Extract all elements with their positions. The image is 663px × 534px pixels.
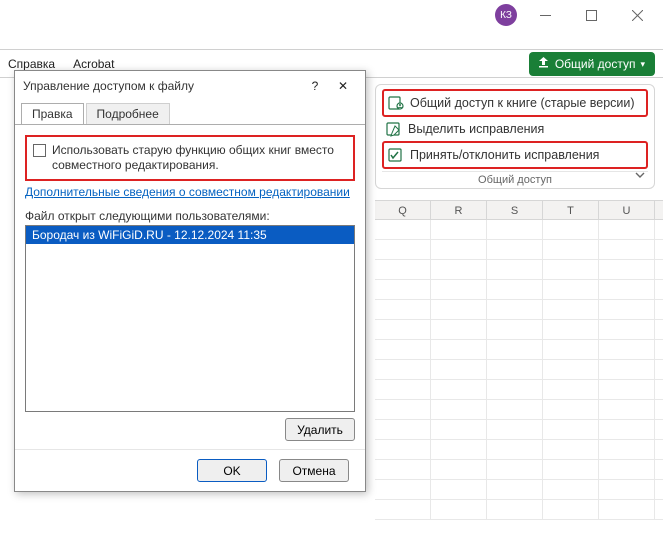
tab-help[interactable]: Справка — [8, 57, 55, 71]
col-header[interactable]: Q — [375, 201, 431, 219]
close-button[interactable] — [615, 1, 659, 29]
chevron-down-icon[interactable] — [634, 169, 646, 184]
maximize-button[interactable] — [569, 1, 613, 29]
window-titlebar: КЗ — [0, 0, 663, 30]
users-listbox[interactable]: Бородач из WiFiGiD.RU - 12.12.2024 11:35 — [25, 225, 355, 412]
cmd-share-workbook-label: Общий доступ к книге (старые версии) — [410, 96, 635, 110]
column-headers: Q R S T U — [375, 200, 663, 220]
highlight-changes-icon — [386, 121, 402, 137]
ribbon-group-label: Общий доступ — [382, 171, 648, 186]
share-button[interactable]: Общий доступ ▾ — [529, 52, 655, 76]
legacy-sharing-checkbox[interactable] — [33, 144, 46, 157]
share-icon — [537, 56, 550, 72]
close-icon[interactable]: ✕ — [329, 72, 357, 100]
dialog-titlebar: Управление доступом к файлу ? ✕ — [15, 71, 365, 101]
list-item[interactable]: Бородач из WiFiGiD.RU - 12.12.2024 11:35 — [26, 226, 354, 244]
cmd-accept-reject[interactable]: Принять/отклонить исправления — [382, 141, 648, 169]
col-header[interactable]: T — [543, 201, 599, 219]
grid-body[interactable] — [375, 220, 663, 534]
cmd-highlight-changes-label: Выделить исправления — [408, 122, 544, 136]
cmd-accept-reject-label: Принять/отклонить исправления — [410, 148, 599, 162]
tab-more[interactable]: Подробнее — [86, 103, 170, 124]
tabstrip-spacer — [0, 30, 663, 50]
ribbon-group-share: Общий доступ к книге (старые версии) Выд… — [375, 84, 655, 189]
cmd-share-workbook[interactable]: Общий доступ к книге (старые версии) — [382, 89, 648, 117]
ok-button[interactable]: OK — [197, 459, 267, 482]
coauthoring-info-link[interactable]: Дополнительные сведения о совместном ред… — [25, 185, 355, 199]
dialog-footer: OK Отмена — [15, 449, 365, 491]
tab-acrobat[interactable]: Acrobat — [73, 57, 114, 71]
col-header[interactable]: R — [431, 201, 487, 219]
cancel-button[interactable]: Отмена — [279, 459, 349, 482]
share-workbook-icon — [388, 95, 404, 111]
chevron-down-icon: ▾ — [640, 59, 645, 70]
users-list-label: Файл открыт следующими пользователями: — [25, 209, 355, 223]
cmd-highlight-changes[interactable]: Выделить исправления — [382, 117, 648, 141]
dialog-title: Управление доступом к файлу — [23, 79, 301, 93]
share-access-dialog: Управление доступом к файлу ? ✕ Правка П… — [14, 70, 366, 492]
col-header[interactable]: S — [487, 201, 543, 219]
legacy-sharing-checkbox-row[interactable]: Использовать старую функцию общих книг в… — [25, 135, 355, 181]
help-button[interactable]: ? — [301, 72, 329, 100]
user-avatar[interactable]: КЗ — [495, 4, 517, 26]
share-button-label: Общий доступ — [555, 57, 636, 71]
dialog-tabs: Правка Подробнее — [15, 101, 365, 124]
accept-reject-icon — [388, 147, 404, 163]
tab-editing[interactable]: Правка — [21, 103, 84, 124]
minimize-button[interactable] — [523, 1, 567, 29]
legacy-sharing-label: Использовать старую функцию общих книг в… — [52, 143, 347, 173]
col-header[interactable]: U — [599, 201, 655, 219]
dialog-body: Использовать старую функцию общих книг в… — [15, 124, 365, 449]
delete-button[interactable]: Удалить — [285, 418, 355, 441]
